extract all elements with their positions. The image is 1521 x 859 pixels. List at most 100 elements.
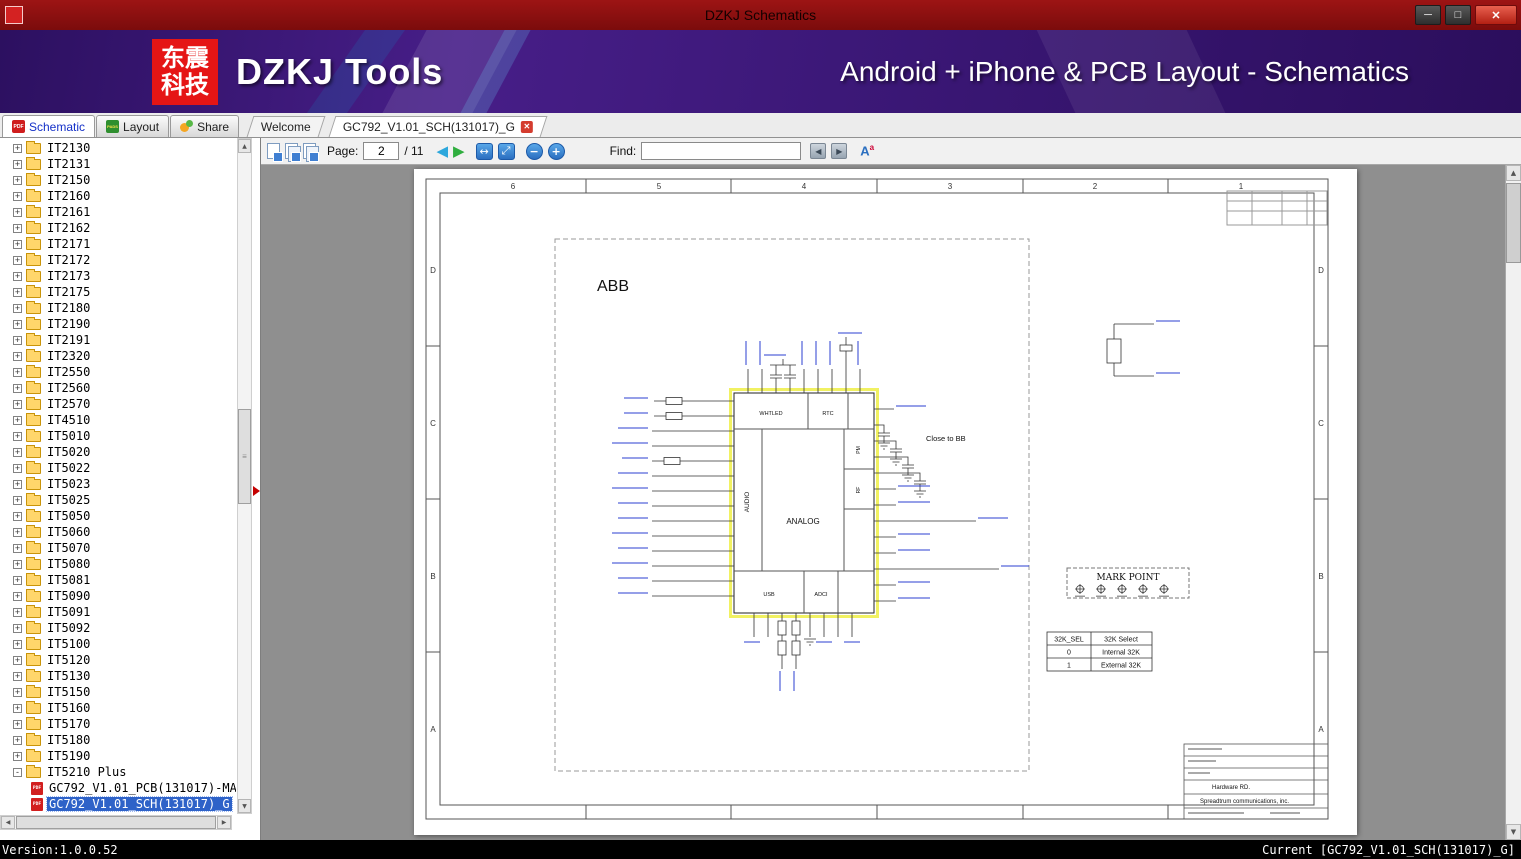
tree-item[interactable]: + IT5081 [0,572,236,588]
expand-plus-icon[interactable]: + [13,239,22,249]
tree-item[interactable]: + IT5091 [0,604,236,620]
expand-plus-icon[interactable]: + [13,623,22,633]
tree-item[interactable]: + IT2175 [0,284,236,300]
find-previous-icon[interactable]: ◀ [810,143,827,159]
scrollbar-thumb[interactable] [1506,183,1521,263]
expand-plus-icon[interactable]: + [13,511,22,521]
tree-item[interactable]: + IT2560 [0,380,236,396]
tree-item[interactable]: + IT5100 [0,636,236,652]
tab-schematic[interactable]: PDF Schematic [2,115,96,137]
tree-item[interactable]: + IT5025 [0,492,236,508]
next-page-icon[interactable]: ▶ [453,143,465,159]
tree-item[interactable]: + IT2160 [0,188,236,204]
collapse-minus-icon[interactable]: - [13,767,22,777]
tree-item[interactable]: + IT5090 [0,588,236,604]
tree-item[interactable]: + IT2131 [0,156,236,172]
tree-item-document[interactable]: PDF GC792_V1.01_PCB(131017)-MARK [0,780,236,796]
minimize-button[interactable]: ─ [1415,5,1441,25]
scroll-up-icon[interactable]: ▲ [1506,165,1521,181]
tree-item[interactable]: + IT5080 [0,556,236,572]
tree-item[interactable]: + IT5050 [0,508,236,524]
close-button[interactable]: ✕ [1475,5,1517,25]
expand-plus-icon[interactable]: + [13,687,22,697]
tree-item[interactable]: + IT2191 [0,332,236,348]
tree-item[interactable]: + IT5170 [0,716,236,732]
expand-plus-icon[interactable]: + [13,383,22,393]
tree-item[interactable]: + IT5060 [0,524,236,540]
tree-item[interactable]: + IT2173 [0,268,236,284]
expand-plus-icon[interactable]: + [13,207,22,217]
expand-plus-icon[interactable]: + [13,575,22,585]
expand-plus-icon[interactable]: + [13,367,22,377]
tree-vertical-scrollbar[interactable]: ▲ ≡ ▼ [237,138,252,814]
scrollbar-thumb[interactable] [16,816,216,829]
font-size-icon[interactable]: Aa [860,143,874,158]
expand-plus-icon[interactable]: + [13,479,22,489]
expand-plus-icon[interactable]: + [13,303,22,313]
expand-plus-icon[interactable]: + [13,399,22,409]
tree-item[interactable]: + IT2161 [0,204,236,220]
tree-item[interactable]: + IT2550 [0,364,236,380]
copy-page-icon[interactable] [285,143,301,162]
expand-plus-icon[interactable]: + [13,447,22,457]
expand-plus-icon[interactable]: + [13,143,22,153]
tree-item[interactable]: + IT2162 [0,220,236,236]
expand-plus-icon[interactable]: + [13,607,22,617]
tree-horizontal-scrollbar[interactable]: ◀ ▶ [0,815,232,830]
zoom-in-icon[interactable]: + [547,142,565,160]
scroll-down-icon[interactable]: ▼ [238,799,251,813]
tree-item[interactable]: + IT2150 [0,172,236,188]
expand-plus-icon[interactable]: + [13,671,22,681]
tree-item[interactable]: + IT5180 [0,732,236,748]
expand-plus-icon[interactable]: + [13,703,22,713]
tree-item[interactable]: + IT5010 [0,428,236,444]
tree-item[interactable]: + IT5023 [0,476,236,492]
expand-plus-icon[interactable]: + [13,175,22,185]
tree-item[interactable]: + IT4510 [0,412,236,428]
expand-plus-icon[interactable]: + [13,271,22,281]
tree-item[interactable]: + IT5130 [0,668,236,684]
expand-plus-icon[interactable]: + [13,543,22,553]
expand-plus-icon[interactable]: + [13,223,22,233]
previous-page-icon[interactable]: ◀ [436,143,448,159]
expand-plus-icon[interactable]: + [13,335,22,345]
copy-pages-icon[interactable] [303,143,319,162]
page-vertical-scrollbar[interactable]: ▲ ▼ [1505,165,1521,840]
find-next-icon[interactable]: ▶ [831,143,848,159]
find-input[interactable] [641,142,802,160]
fit-page-icon[interactable]: ⤢ [497,142,515,160]
tab-welcome[interactable]: Welcome [246,116,326,137]
tab-layout[interactable]: PADS Layout [96,115,170,137]
expand-plus-icon[interactable]: + [13,639,22,649]
expand-plus-icon[interactable]: + [13,351,22,361]
zoom-out-icon[interactable]: − [525,142,543,160]
tree-item[interactable]: + IT5190 [0,748,236,764]
single-page-icon[interactable] [267,143,283,162]
scroll-up-icon[interactable]: ▲ [238,139,251,153]
expand-plus-icon[interactable]: + [13,287,22,297]
maximize-button[interactable]: □ [1445,5,1471,25]
tree-item-expanded[interactable]: - IT5210 Plus [0,764,236,780]
scroll-left-icon[interactable]: ◀ [1,816,15,829]
expand-plus-icon[interactable]: + [13,319,22,329]
fit-width-icon[interactable]: ↔ [475,142,493,160]
scrollbar-thumb[interactable]: ≡ [238,409,251,504]
close-tab-icon[interactable]: ✕ [520,121,533,133]
tree-item[interactable]: + IT2171 [0,236,236,252]
expand-plus-icon[interactable]: + [13,527,22,537]
tree-item[interactable]: + IT2180 [0,300,236,316]
expand-plus-icon[interactable]: + [13,463,22,473]
scroll-right-icon[interactable]: ▶ [217,816,231,829]
expand-plus-icon[interactable]: + [13,559,22,569]
tab-share[interactable]: Share [170,115,240,137]
tree-item[interactable]: + IT5022 [0,460,236,476]
tree-item[interactable]: + IT2320 [0,348,236,364]
tree-item[interactable]: + IT5120 [0,652,236,668]
expand-plus-icon[interactable]: + [13,591,22,601]
tab-document[interactable]: GC792_V1.01_SCH(131017)_G ✕ [328,116,548,137]
tree-item-document[interactable]: PDF GC792_V1.01_SCH(131017)_G [0,796,236,812]
tree-item[interactable]: + IT5092 [0,620,236,636]
tree-item[interactable]: + IT5020 [0,444,236,460]
expand-plus-icon[interactable]: + [13,655,22,665]
tree-item[interactable]: + IT2172 [0,252,236,268]
